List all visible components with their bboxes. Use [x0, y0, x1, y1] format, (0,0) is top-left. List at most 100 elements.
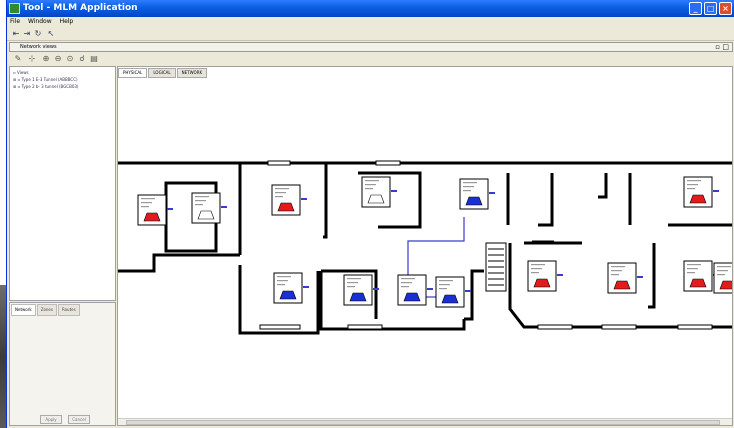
edit-icon[interactable]: ✎ — [13, 54, 23, 64]
menu-window[interactable]: Window — [28, 18, 52, 25]
device-label-line — [277, 276, 291, 278]
device-label-line — [401, 278, 415, 280]
device-label-line — [195, 196, 209, 198]
device-label-line — [365, 188, 373, 190]
device-label-line — [531, 268, 542, 270]
node-layer — [137, 176, 732, 308]
tab-network[interactable]: Network — [11, 304, 36, 316]
device-node-n12[interactable] — [607, 262, 643, 294]
device-label-line — [687, 264, 701, 266]
main-toolbar: ⇤ ⇥ ↻ ↖ — [7, 27, 734, 41]
properties-tabs: Network Zones Routes — [11, 304, 81, 316]
maximize-icon[interactable]: □ — [704, 2, 717, 15]
zoom-in-icon[interactable]: ⊕ — [41, 54, 51, 64]
cancel-button[interactable]: Cancel — [68, 415, 90, 424]
device-label-line — [275, 196, 283, 198]
app-icon — [9, 3, 20, 14]
device-label-line — [687, 180, 701, 182]
device-label-line — [347, 286, 355, 288]
tree-item-view1[interactable]: ⊞ ▫ Type 1 E-3 Tunnel (ABBBCC) — [13, 77, 78, 83]
device-label-line — [531, 264, 545, 266]
device-node-n14[interactable] — [713, 262, 732, 294]
wall-9 — [464, 269, 484, 321]
scroll-thumb[interactable] — [126, 420, 720, 425]
tab-zones[interactable]: Zones — [36, 304, 57, 316]
wall-left-lower — [118, 253, 240, 273]
device-node-n11[interactable] — [527, 260, 563, 292]
device-port — [557, 274, 563, 276]
device-node-n2[interactable] — [191, 192, 227, 224]
device-label-line — [611, 266, 625, 268]
wall-5 — [598, 173, 608, 199]
device-node-n4[interactable] — [361, 176, 397, 208]
device-label-line — [401, 282, 412, 284]
device-label-line — [141, 206, 149, 208]
device-port — [167, 208, 173, 210]
tree-item-root[interactable]: ▫ Views — [13, 70, 29, 76]
device-icon — [279, 290, 297, 300]
hatch-4 — [347, 324, 383, 330]
device-node-n7[interactable] — [273, 272, 309, 304]
horizontal-scrollbar[interactable] — [118, 418, 732, 425]
select-icon[interactable]: ⊹ — [27, 54, 37, 64]
device-label-line — [717, 270, 728, 272]
device-label-line — [463, 186, 474, 188]
panel-toolbar: ✎ ⊹ ⊕ ⊖ ⊙ ☌ ▤ — [9, 52, 119, 66]
close-icon[interactable]: × — [719, 2, 732, 15]
floorplan-walls — [118, 161, 732, 335]
menu-file[interactable]: File — [10, 18, 20, 25]
window-title: Tool - MLM Application — [23, 3, 138, 13]
panel-restore-icon[interactable]: ▫ — [715, 43, 720, 52]
device-label-line — [463, 182, 477, 184]
device-port — [713, 190, 719, 192]
zoom-out-icon[interactable]: ⊖ — [53, 54, 63, 64]
device-node-n5[interactable] — [459, 178, 495, 210]
hatch-6 — [601, 324, 637, 330]
tab-routes[interactable]: Routes — [57, 304, 80, 316]
device-port — [391, 190, 397, 192]
device-label-line — [275, 188, 289, 190]
device-label-line — [717, 266, 731, 268]
panel-maximize-icon[interactable]: □ — [722, 43, 729, 52]
device-port — [427, 288, 433, 290]
app-window: Tool - MLM Application _ □ × File Window… — [6, 0, 734, 428]
device-icon — [349, 292, 367, 302]
device-node-n6[interactable] — [683, 176, 719, 208]
find-icon[interactable]: ☌ — [77, 54, 87, 64]
device-icon — [689, 278, 707, 288]
device-label-line — [365, 184, 376, 186]
wall-4 — [538, 173, 554, 227]
panel-title: Network views — [20, 44, 57, 50]
print-icon[interactable]: ▤ — [89, 54, 99, 64]
device-node-n1[interactable] — [137, 194, 173, 226]
forward-icon[interactable]: ⇥ — [22, 29, 32, 39]
device-label-line — [439, 284, 450, 286]
refresh-icon[interactable]: ↻ — [33, 29, 43, 39]
hatch-7 — [677, 324, 713, 330]
device-node-n3[interactable] — [271, 184, 307, 216]
apply-button[interactable]: Apply — [40, 415, 62, 424]
device-icon — [197, 210, 215, 220]
device-label-line — [687, 272, 695, 274]
device-label-line — [347, 278, 361, 280]
device-icon — [441, 294, 459, 304]
device-label-line — [195, 204, 203, 206]
device-node-n10[interactable] — [435, 276, 471, 308]
device-label-line — [401, 286, 409, 288]
device-node-n8[interactable] — [343, 274, 379, 306]
device-label-line — [275, 192, 286, 194]
device-label-line — [277, 284, 285, 286]
minimize-icon[interactable]: _ — [689, 2, 702, 15]
back-icon[interactable]: ⇤ — [11, 29, 21, 39]
tree-item-view2[interactable]: ⊞ ▫ Type 2 b- 3 tunnel (BGCB03) — [13, 84, 79, 90]
hatch-2 — [375, 160, 401, 166]
floorplan-canvas[interactable]: PHYSICAL LOGICAL NETWORK — [117, 66, 733, 426]
zoom-fit-icon[interactable]: ⊙ — [65, 54, 75, 64]
device-node-n9[interactable] — [397, 274, 433, 306]
menu-help[interactable]: Help — [60, 18, 74, 25]
device-label-line — [687, 268, 698, 270]
help-cursor-icon[interactable]: ↖ — [46, 29, 56, 39]
device-icon — [465, 196, 483, 206]
menu-bar: File Window Help — [7, 17, 734, 27]
device-label-line — [687, 188, 695, 190]
